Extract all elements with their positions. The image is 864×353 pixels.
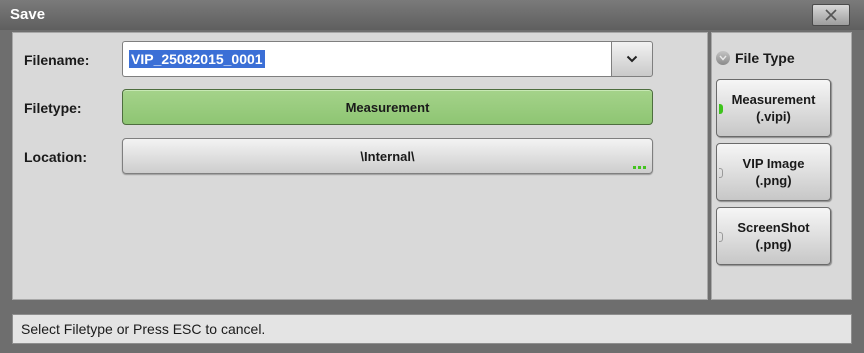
filetype-button[interactable]: Measurement bbox=[122, 89, 653, 125]
dialog-title: Save bbox=[10, 6, 46, 23]
filename-input[interactable]: VIP_25082015_0001 bbox=[122, 41, 611, 77]
chevron-down-icon bbox=[626, 50, 638, 68]
file-type-header: File Type bbox=[716, 48, 795, 68]
location-value: \Internal\ bbox=[360, 149, 415, 164]
file-type-label: ScreenShot bbox=[737, 220, 810, 235]
file-type-vip-image-button[interactable]: VIP Image (.png) bbox=[716, 143, 831, 201]
location-button[interactable]: \Internal\ bbox=[122, 138, 653, 174]
file-type-extension: (.png) bbox=[755, 237, 792, 252]
browse-dots-icon bbox=[633, 166, 646, 169]
filetype-value: Measurement bbox=[345, 99, 430, 115]
unselected-indicator bbox=[719, 232, 723, 242]
status-bar: Select Filetype or Press ESC to cancel. bbox=[12, 314, 852, 344]
title-bar: Save bbox=[0, 0, 864, 30]
selected-indicator bbox=[719, 104, 723, 114]
filename-value: VIP_25082015_0001 bbox=[129, 50, 265, 68]
filetype-label: Filetype: bbox=[24, 100, 82, 116]
close-icon bbox=[824, 9, 838, 21]
location-label: Location: bbox=[24, 149, 87, 165]
close-button[interactable] bbox=[812, 4, 850, 26]
file-type-extension: (.vipi) bbox=[756, 109, 791, 124]
file-type-extension: (.png) bbox=[755, 173, 792, 188]
file-type-label: VIP Image bbox=[742, 156, 805, 171]
file-type-screenshot-button[interactable]: ScreenShot (.png) bbox=[716, 207, 831, 265]
unselected-indicator bbox=[719, 168, 723, 178]
file-type-measurement-button[interactable]: Measurement (.vipi) bbox=[716, 79, 831, 137]
filename-label: Filename: bbox=[24, 52, 90, 68]
filename-dropdown-button[interactable] bbox=[611, 41, 653, 77]
file-type-label: Measurement bbox=[731, 92, 816, 107]
status-text: Select Filetype or Press ESC to cancel. bbox=[21, 321, 266, 337]
radio-icon bbox=[716, 51, 730, 65]
file-type-header-label: File Type bbox=[735, 50, 795, 66]
save-dialog: Save Filename: VIP_25082015_0001 Filetyp… bbox=[0, 0, 864, 353]
